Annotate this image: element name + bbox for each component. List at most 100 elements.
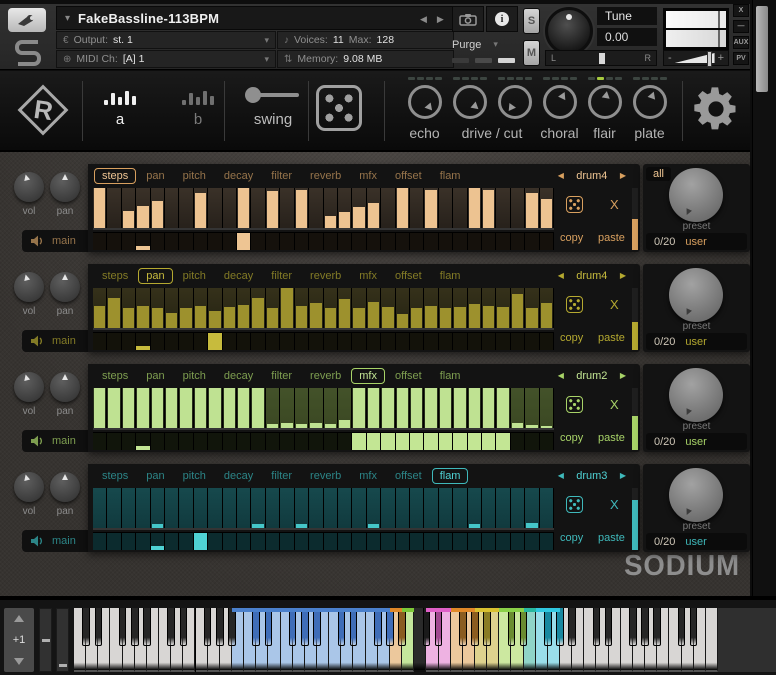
sub-step-cell[interactable] <box>136 532 150 550</box>
step-cell[interactable] <box>367 188 381 228</box>
row-randomize-button[interactable] <box>566 296 583 313</box>
rack-scrollbar[interactable] <box>752 0 770 596</box>
prev-drum-button[interactable]: ◀ <box>558 171 564 180</box>
sub-step-cell[interactable] <box>280 232 294 250</box>
piano-key-black[interactable] <box>653 608 661 646</box>
sub-step-cell[interactable] <box>223 332 237 350</box>
step-cell[interactable] <box>208 388 222 428</box>
step-cell[interactable] <box>251 388 265 428</box>
sub-step-cell[interactable] <box>208 432 222 450</box>
sub-step-cell[interactable] <box>482 532 496 550</box>
step-cell[interactable] <box>237 188 251 228</box>
row-pan-knob[interactable] <box>50 472 80 502</box>
next-drum-button[interactable]: ▶ <box>620 271 626 280</box>
sub-step-cell[interactable] <box>151 332 165 350</box>
step-cell[interactable] <box>338 288 352 328</box>
prev-drum-button[interactable]: ◀ <box>558 471 564 480</box>
piano-key-black[interactable] <box>313 608 321 646</box>
row-output-button[interactable]: main <box>22 330 88 352</box>
step-cell[interactable] <box>136 388 150 428</box>
step-cell[interactable] <box>468 188 482 228</box>
paste-button[interactable]: paste <box>598 332 625 344</box>
tab-filter[interactable]: filter <box>263 268 300 284</box>
tab-filter[interactable]: filter <box>263 368 300 384</box>
step-cell[interactable] <box>208 488 222 528</box>
sub-step-cell[interactable] <box>453 232 467 250</box>
step-cell[interactable] <box>93 188 107 228</box>
next-drum-button[interactable]: ▶ <box>620 371 626 380</box>
volume-slider-handle[interactable] <box>675 53 715 63</box>
tab-pan[interactable]: pan <box>138 168 172 184</box>
step-cell[interactable] <box>295 288 309 328</box>
step-cell[interactable] <box>107 388 121 428</box>
step-cell[interactable] <box>280 288 294 328</box>
sub-step-cell[interactable] <box>237 532 251 550</box>
row-mini-slider[interactable] <box>632 188 638 250</box>
step-cell[interactable] <box>107 488 121 528</box>
row-clear-button[interactable]: X <box>610 297 619 312</box>
step-cell[interactable] <box>266 288 280 328</box>
step-cell[interactable] <box>194 288 208 328</box>
sub-step-cell[interactable] <box>165 232 179 250</box>
tab-decay[interactable]: decay <box>216 368 261 384</box>
sub-step-cell[interactable] <box>122 232 136 250</box>
sub-step-cell[interactable] <box>396 332 410 350</box>
step-cell[interactable] <box>367 488 381 528</box>
piano-key-black[interactable] <box>508 608 516 646</box>
step-cell[interactable] <box>179 288 193 328</box>
sub-step-cell[interactable] <box>107 332 121 350</box>
sub-step-cell[interactable] <box>540 432 554 450</box>
sub-step-cell[interactable] <box>194 332 208 350</box>
fx-knob[interactable] <box>498 85 532 119</box>
sub-step-cell[interactable] <box>496 332 510 350</box>
sub-step-cell[interactable] <box>295 232 309 250</box>
tab-mfx[interactable]: mfx <box>351 168 385 184</box>
piano-key-white[interactable] <box>706 608 718 672</box>
sub-step-cell[interactable] <box>352 432 366 450</box>
tab-filter[interactable]: filter <box>263 468 300 484</box>
info-button[interactable]: i <box>486 6 518 32</box>
sub-step-cell[interactable] <box>525 432 539 450</box>
paste-button[interactable]: paste <box>598 532 625 544</box>
sub-step-cell[interactable] <box>251 432 265 450</box>
piano-key-black[interactable] <box>119 608 127 646</box>
sub-step-cell[interactable] <box>324 432 338 450</box>
preset-counter-bar[interactable]: 0/20 user <box>646 533 747 550</box>
sub-step-cell[interactable] <box>93 332 107 350</box>
sub-step-cell[interactable] <box>410 232 424 250</box>
sub-step-cell[interactable] <box>352 232 366 250</box>
step-cell[interactable] <box>93 288 107 328</box>
step-cell[interactable] <box>136 488 150 528</box>
sub-step-cell[interactable] <box>107 432 121 450</box>
step-cell[interactable] <box>424 188 438 228</box>
sub-step-cell[interactable] <box>453 432 467 450</box>
step-cell[interactable] <box>280 388 294 428</box>
tab-offset[interactable]: offset <box>387 368 430 384</box>
sub-step-cell[interactable] <box>540 332 554 350</box>
settings-button[interactable] <box>690 83 742 135</box>
sub-step-cell[interactable] <box>237 232 251 250</box>
step-cell[interactable] <box>165 388 179 428</box>
tab-pan[interactable]: pan <box>138 468 172 484</box>
step-cell[interactable] <box>93 488 107 528</box>
step-cell[interactable] <box>482 288 496 328</box>
tab-decay[interactable]: decay <box>216 468 261 484</box>
drum-name[interactable]: drum4 <box>572 270 612 282</box>
step-cell[interactable] <box>540 188 554 228</box>
sub-step-cell[interactable] <box>280 432 294 450</box>
tab-mfx[interactable]: mfx <box>351 468 385 484</box>
sub-step-cell[interactable] <box>280 532 294 550</box>
sub-step-cell[interactable] <box>367 532 381 550</box>
step-cell[interactable] <box>266 388 280 428</box>
step-cell[interactable] <box>338 488 352 528</box>
step-cell[interactable] <box>237 388 251 428</box>
pattern-a-button[interactable]: a <box>92 87 148 128</box>
step-cell[interactable] <box>151 488 165 528</box>
row-clear-button[interactable]: X <box>610 197 619 212</box>
step-cell[interactable] <box>324 488 338 528</box>
step-cell[interactable] <box>266 488 280 528</box>
step-cell[interactable] <box>324 388 338 428</box>
step-cell[interactable] <box>424 488 438 528</box>
step-cell[interactable] <box>396 488 410 528</box>
step-cell[interactable] <box>410 188 424 228</box>
